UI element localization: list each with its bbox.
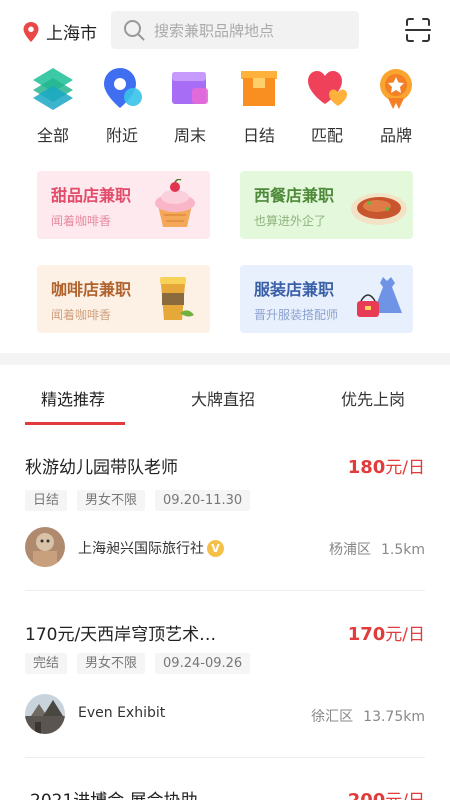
section-divider [0, 353, 450, 365]
top-bar: 上海市 搜索兼职品牌地点 [0, 0, 450, 60]
category-grid: 全部 附近 周末 日结 匹配 品牌 [0, 66, 450, 151]
card-coffee-shop[interactable]: 咖啡店兼职 闻着咖啡香 [37, 265, 210, 333]
company-name: Even Exhibit [78, 705, 166, 721]
distance: 13.75km [363, 709, 425, 725]
job-location: 杨浦区 1.5km [329, 539, 425, 559]
company-row: 上海昶兴国际旅行社 V 杨浦区 1.5km [25, 527, 425, 567]
tag: 09.24-09.26 [155, 653, 251, 674]
location-pin-icon [23, 21, 39, 42]
pay-amount: 170 [347, 624, 386, 645]
category-brand[interactable]: 品牌 [366, 66, 426, 146]
category-daily[interactable]: 日结 [229, 66, 289, 146]
tab-featured[interactable]: 精选推荐 [41, 386, 105, 410]
job-card[interactable]: 2021进博会 展会协助 200元/日 [25, 786, 425, 800]
tab-priority[interactable]: 优先上岗 [341, 386, 405, 410]
card-western-restaurant[interactable]: 西餐店兼职 也算进外企了 [240, 171, 413, 239]
search-icon [124, 20, 145, 41]
search-input[interactable]: 搜索兼职品牌地点 [111, 11, 359, 49]
hearts-icon [308, 71, 347, 106]
job-title: 秋游幼儿园带队老师 [25, 458, 178, 478]
verified-icon: V [207, 539, 224, 557]
job-pay: 170元/日 [348, 620, 425, 645]
card-clothing-store[interactable]: 服装店兼职 晋升服装搭配师 [240, 265, 413, 333]
city-selector[interactable]: 上海市 [22, 19, 97, 44]
active-tab-indicator [25, 422, 125, 425]
job-divider [25, 757, 425, 758]
tag: 日结 [25, 490, 68, 511]
job-tags: 日结 男女不限 09.20-11.30 [25, 490, 251, 511]
scan-icon[interactable] [405, 17, 431, 43]
job-pay: 200元/日 [348, 786, 425, 800]
category-nearby[interactable]: 附近 [92, 66, 152, 146]
box-icon [241, 71, 277, 106]
job-tabs: 精选推荐 大牌直招 优先上岗 [0, 366, 450, 426]
job-card[interactable]: 秋游幼儿园带队老师 180元/日 日结 男女不限 09.20-11.30 上海昶… [25, 453, 425, 583]
job-title: 2021进博会 展会协助 [30, 786, 198, 800]
category-weekend[interactable]: 周末 [160, 66, 220, 146]
layers-icon [33, 68, 73, 110]
category-all[interactable]: 全部 [23, 66, 83, 146]
card-dessert-shop[interactable]: 甜品店兼职 闻着咖啡香 [37, 171, 210, 239]
job-divider [25, 590, 425, 591]
pay-unit: 元/日 [385, 625, 425, 645]
company-name-text: 上海昶兴国际旅行社 [78, 541, 204, 557]
avatar [25, 694, 65, 734]
tag: 09.20-11.30 [155, 490, 251, 511]
tag: 男女不限 [77, 490, 146, 511]
company-row: Even Exhibit 徐汇区 13.75km [25, 694, 425, 734]
category-label: 周末 [173, 126, 206, 145]
avatar [25, 527, 65, 567]
search-placeholder: 搜索兼职品牌地点 [154, 21, 275, 40]
city-label: 上海市 [46, 24, 97, 44]
cupcake-icon [155, 179, 195, 227]
category-match[interactable]: 匹配 [297, 66, 357, 146]
job-pay: 180元/日 [348, 453, 425, 478]
pay-amount: 180 [347, 457, 386, 478]
calendar-icon [172, 72, 208, 104]
dress-bag-icon [357, 277, 402, 317]
pay-unit: 元/日 [385, 791, 425, 800]
district: 徐汇区 [311, 709, 354, 725]
coffee-cup-icon [160, 277, 194, 320]
category-label: 日结 [242, 126, 275, 145]
job-title: 170元/天西岸穹顶艺术… [25, 625, 217, 645]
tag: 男女不限 [77, 653, 146, 674]
job-location: 徐汇区 13.75km [311, 706, 425, 726]
distance: 1.5km [380, 542, 425, 558]
steak-plate-icon [351, 193, 407, 225]
company-name: 上海昶兴国际旅行社 V [78, 538, 224, 558]
category-label: 附近 [105, 126, 138, 145]
category-label: 匹配 [310, 126, 343, 145]
medal-icon [380, 69, 412, 109]
category-label: 品牌 [379, 126, 412, 145]
map-pin-icon [104, 68, 142, 108]
pay-amount: 200 [348, 790, 386, 800]
category-label: 全部 [36, 126, 69, 145]
district: 杨浦区 [328, 542, 371, 558]
tab-brand-direct[interactable]: 大牌直招 [191, 386, 255, 410]
tag: 完结 [25, 653, 68, 674]
job-card[interactable]: 170元/天西岸穹顶艺术… 170元/日 完结 男女不限 09.24-09.26… [25, 620, 425, 750]
job-tags: 完结 男女不限 09.24-09.26 [25, 653, 251, 674]
pay-unit: 元/日 [385, 458, 425, 478]
